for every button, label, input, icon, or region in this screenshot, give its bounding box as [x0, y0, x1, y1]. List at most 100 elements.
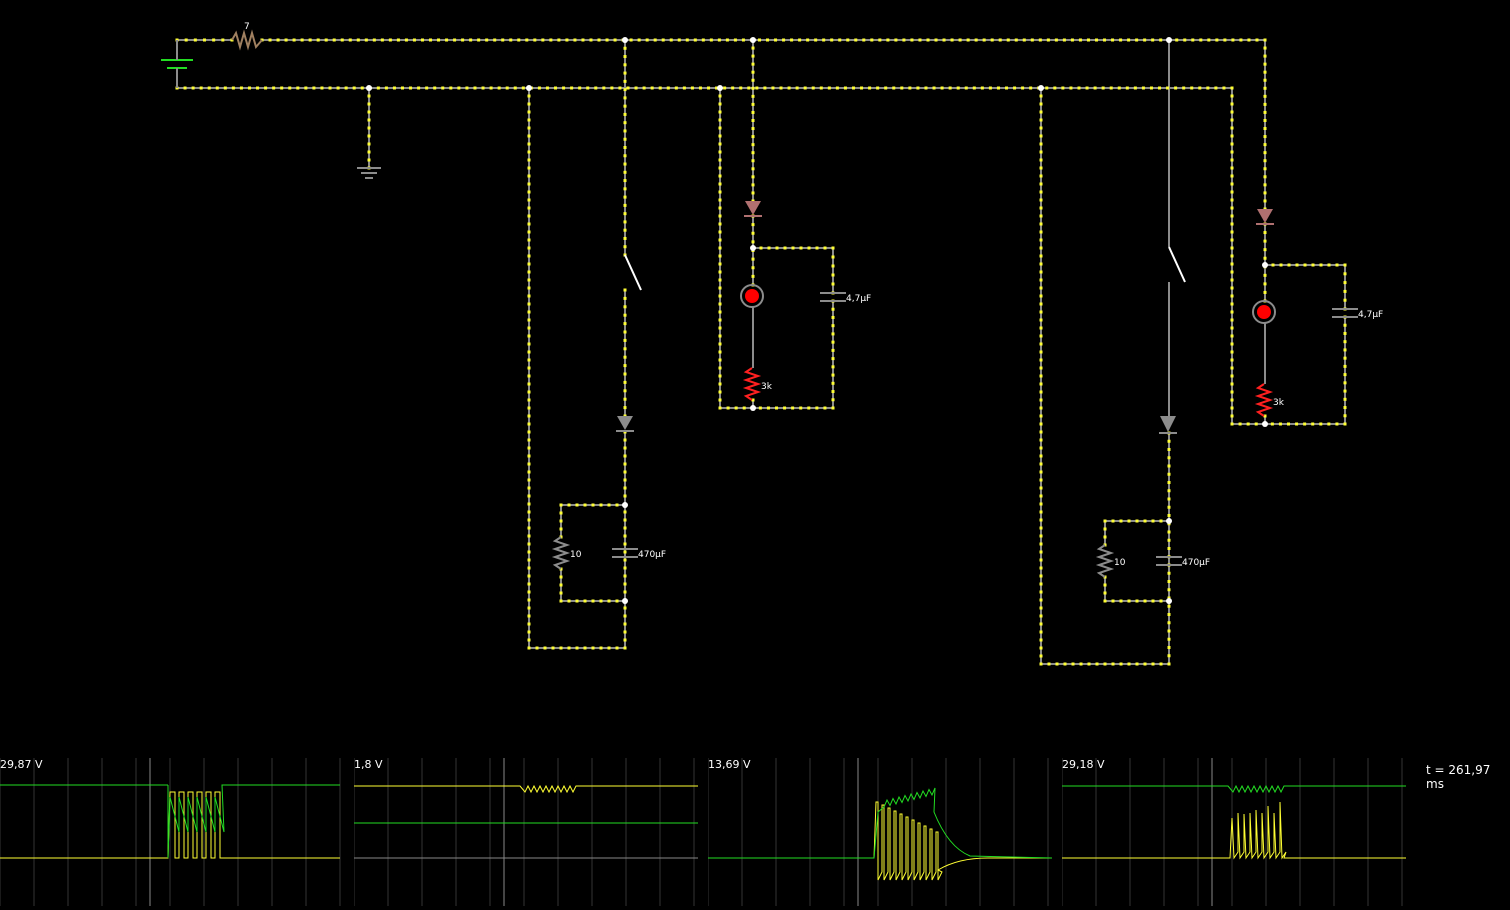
- current-dot: [838, 38, 842, 42]
- current-dot: [1343, 381, 1347, 385]
- current-dot: [193, 38, 197, 42]
- components[interactable]: 7 3k 3k 4,7µF 4,7µF 470µF 470µF 10 10: [161, 22, 1383, 578]
- scope-4[interactable]: 29,18 V: [1061, 752, 1406, 906]
- current-dot: [982, 38, 986, 42]
- current-dot: [527, 390, 531, 394]
- lamp-left[interactable]: [740, 284, 764, 308]
- current-dot: [1039, 598, 1043, 602]
- current-dot: [1039, 302, 1043, 306]
- resistor-bottom-left[interactable]: 10: [551, 536, 582, 570]
- current-dot: [1039, 582, 1043, 586]
- current-dot: [623, 104, 627, 108]
- current-dot: [1223, 38, 1227, 42]
- current-dot: [527, 518, 531, 522]
- current-dot: [623, 486, 627, 490]
- scope-2[interactable]: 1,8 V: [353, 752, 698, 906]
- current-dot: [623, 322, 627, 326]
- junction-node: [750, 37, 756, 43]
- current-dot: [1039, 606, 1043, 610]
- current-dot: [831, 365, 835, 369]
- current-dot: [1167, 571, 1171, 575]
- circuit-canvas[interactable]: 7 3k 3k 4,7µF 4,7µF 470µF 470µF 10 10: [0, 0, 1510, 740]
- current-dot: [535, 646, 539, 650]
- current-dot: [1191, 38, 1195, 42]
- capacitor-bottom-right[interactable]: 470µF: [1156, 556, 1210, 568]
- current-dot: [328, 86, 332, 90]
- current-dot: [1039, 342, 1043, 346]
- current-dot: [623, 630, 627, 634]
- current-dot: [751, 266, 755, 270]
- current-dot: [1230, 134, 1234, 138]
- current-dot: [1039, 534, 1043, 538]
- current-dot: [425, 86, 429, 90]
- current-dot: [747, 86, 751, 90]
- current-dot: [557, 38, 561, 42]
- current-dot: [718, 246, 722, 250]
- current-dot: [718, 174, 722, 178]
- supply-resistor[interactable]: 7: [231, 22, 263, 51]
- diode-right-lower[interactable]: [1159, 416, 1177, 434]
- capacitor-bottom-left[interactable]: 470µF: [612, 548, 666, 560]
- current-dot: [1055, 662, 1059, 666]
- current-dot: [932, 86, 936, 90]
- current-dot: [1039, 390, 1043, 394]
- current-dot: [718, 398, 722, 402]
- current-dot: [733, 38, 737, 42]
- current-dot: [851, 86, 855, 90]
- current-dot: [623, 187, 627, 191]
- current-dot: [527, 438, 531, 442]
- capacitor-top-left[interactable]: 4,7µF: [820, 292, 871, 304]
- switch-right[interactable]: [1168, 246, 1186, 283]
- current-dot: [831, 390, 835, 394]
- current-dot: [1039, 278, 1043, 282]
- current-dot: [559, 599, 563, 603]
- scope-3[interactable]: 13,69 V: [707, 752, 1053, 906]
- current-dot: [1230, 118, 1234, 122]
- switch-left[interactable]: [624, 254, 642, 291]
- current-dot: [527, 278, 531, 282]
- current-dot: [831, 324, 835, 328]
- diode-led-right[interactable]: [1256, 209, 1274, 225]
- current-dot: [1062, 38, 1066, 42]
- current-dot: [567, 646, 571, 650]
- diode-left-lower[interactable]: [616, 416, 634, 432]
- current-dot: [718, 206, 722, 210]
- current-dot: [1247, 38, 1251, 42]
- resistor-led-left[interactable]: 3k: [742, 367, 773, 401]
- current-dot: [1295, 263, 1299, 267]
- current-dot: [1167, 505, 1171, 509]
- current-dot: [823, 406, 827, 410]
- lamp-right[interactable]: [1252, 300, 1276, 324]
- current-dot: [690, 86, 694, 90]
- current-dot: [527, 430, 531, 434]
- battery[interactable]: [161, 40, 193, 88]
- current-dot: [1343, 356, 1347, 360]
- time-readout: t = 261,97 ms: [1426, 763, 1491, 791]
- current-dot: [1039, 494, 1043, 498]
- current-dot: [1230, 406, 1234, 410]
- current-dot: [751, 62, 755, 66]
- capacitor-top-right[interactable]: 4,7µF: [1332, 308, 1383, 320]
- resistor-led-right[interactable]: 3k: [1254, 383, 1285, 417]
- resistor-bottom-right[interactable]: 10: [1095, 544, 1126, 578]
- scope-1[interactable]: 29,87 V: [0, 752, 344, 906]
- current-dot: [1263, 127, 1267, 131]
- current-dot: [527, 606, 531, 610]
- current-dot: [1119, 599, 1123, 603]
- current-dot: [316, 38, 320, 42]
- diode-led-left[interactable]: [744, 201, 762, 217]
- current-dot: [527, 462, 531, 466]
- current-dot: [1039, 470, 1043, 474]
- current-dot: [1295, 422, 1299, 426]
- current-dot: [996, 86, 1000, 90]
- current-dot: [1343, 389, 1347, 393]
- current-dot: [1230, 326, 1234, 330]
- current-dot: [618, 86, 622, 90]
- wires[interactable]: [177, 39, 1346, 665]
- current-dot: [207, 86, 211, 90]
- junction-node: [622, 598, 628, 604]
- current-dot: [1343, 406, 1347, 410]
- current-dot: [972, 86, 976, 90]
- current-dot: [1263, 159, 1267, 163]
- current-dot: [1039, 430, 1043, 434]
